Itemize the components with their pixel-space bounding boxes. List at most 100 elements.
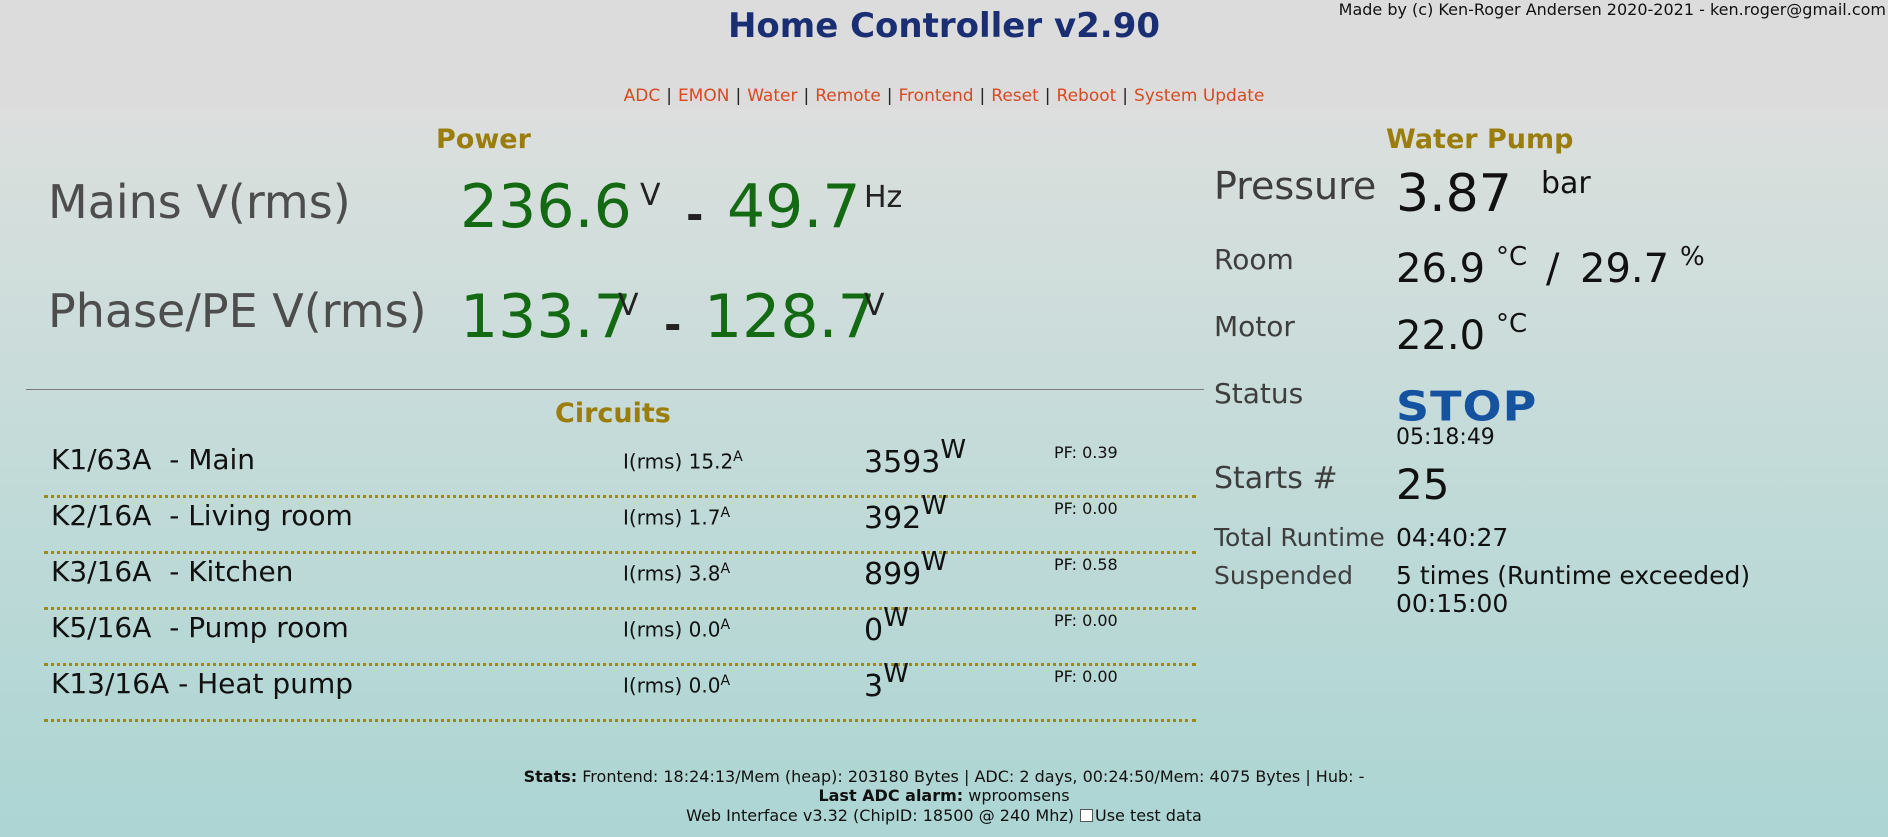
motor-label: Motor: [1214, 310, 1295, 343]
power-unit: W: [921, 547, 947, 577]
pressure-value: 3.87: [1396, 164, 1512, 224]
mains-voltage: 236.6: [460, 172, 632, 242]
nav-link-emon[interactable]: EMON: [678, 86, 730, 106]
nav-link-water[interactable]: Water: [747, 86, 797, 106]
nav-link-reboot[interactable]: Reboot: [1057, 86, 1117, 106]
current-unit: A: [720, 561, 731, 577]
nav-separator: |: [735, 86, 742, 106]
current-prefix: I(rms): [623, 617, 689, 642]
suspended-label: Suspended: [1214, 561, 1353, 590]
current-unit: A: [733, 449, 743, 465]
nav-separator: |: [666, 86, 672, 106]
mains-frequency-unit: Hz: [864, 180, 903, 215]
phase-label: Phase/PE V(rms): [48, 284, 427, 338]
current-value: 15.2: [688, 449, 734, 474]
room-label: Room: [1214, 243, 1294, 276]
test-data-label[interactable]: Use test data: [1095, 806, 1202, 825]
circuit-power-factor: PF: 0.00: [1054, 667, 1118, 686]
pressure-unit: bar: [1541, 166, 1591, 201]
status-value: STOP: [1396, 382, 1538, 431]
circuit-name: K2/16A - Living room: [51, 499, 353, 532]
phase-separator: -: [664, 300, 682, 349]
current-unit: A: [720, 673, 731, 689]
room-separator: /: [1546, 246, 1560, 292]
nav-separator: |: [1122, 86, 1129, 106]
current-value: 3.8: [688, 561, 721, 586]
starts-label: Starts #: [1214, 461, 1338, 496]
power-title: Power: [436, 124, 531, 155]
current-unit: A: [720, 505, 731, 521]
web-interface-line: Web Interface v3.32 (ChipID: 18500 @ 240…: [0, 806, 1888, 825]
phase-voltage-2: 128.7: [704, 282, 876, 352]
power-unit: W: [921, 491, 947, 521]
circuit-power-factor: PF: 0.00: [1054, 499, 1118, 518]
circuit-current: I(rms) 0.0A: [623, 673, 730, 698]
circuit-current: I(rms) 0.0A: [623, 617, 730, 642]
power-unit: W: [883, 603, 909, 633]
stats-text: Frontend: 18:24:13/Mem (heap): 203180 By…: [577, 767, 1365, 786]
circuit-name: K3/16A - Kitchen: [51, 555, 294, 588]
status-time: 05:18:49: [1396, 425, 1495, 450]
mains-frequency: 49.7: [727, 172, 861, 242]
nav-separator: |: [979, 86, 986, 106]
circuit-current: I(rms) 3.8A: [623, 561, 730, 586]
power-value: 0: [864, 613, 884, 648]
circuit-name: K13/16A - Heat pump: [51, 667, 353, 700]
current-prefix: I(rms): [623, 561, 689, 586]
nav-bar: ADC | EMON | Water | Remote | Frontend | Reset | Reb…: [0, 86, 1888, 106]
power-unit: W: [940, 435, 967, 465]
phase-voltage-1: 133.7: [460, 282, 632, 352]
power-value: 3593: [864, 445, 941, 480]
nav-link-system-update[interactable]: System Update: [1134, 86, 1264, 106]
mains-voltage-unit: V: [640, 178, 661, 213]
circuit-name: K1/63A - Main: [51, 443, 256, 476]
circuit-row: K1/63A - Main I(rms) 15.2A 3593W PF: 0.3…: [44, 435, 1196, 498]
circuits-title: Circuits: [555, 398, 671, 429]
current-value: 0.0: [688, 673, 721, 698]
room-temperature: 26.9: [1396, 246, 1486, 292]
room-humidity-unit: %: [1680, 242, 1705, 272]
circuit-row: K3/16A - Kitchen I(rms) 3.8A 899W PF: 0.…: [44, 547, 1196, 610]
current-value: 0.0: [688, 617, 721, 642]
room-temperature-unit: °C: [1496, 242, 1528, 272]
test-data-checkbox[interactable]: [1080, 809, 1093, 822]
stats-label: Stats:: [523, 767, 578, 786]
current-unit: A: [720, 617, 731, 633]
pressure-label: Pressure: [1214, 164, 1377, 208]
circuit-row: K13/16A - Heat pump I(rms) 0.0A 3W PF: 0…: [44, 659, 1196, 722]
power-value: 392: [864, 501, 922, 536]
circuit-power: 899W: [864, 547, 947, 592]
power-value: 899: [864, 557, 922, 592]
current-prefix: I(rms): [623, 673, 689, 698]
alarm-label: Last ADC alarm:: [818, 786, 964, 805]
room-humidity: 29.7: [1580, 246, 1670, 292]
motor-temperature: 22.0: [1396, 313, 1486, 359]
web-interface-text: Web Interface v3.32 (ChipID: 18500 @ 240…: [686, 806, 1074, 825]
nav-link-adc[interactable]: ADC: [624, 86, 661, 106]
suspended-time: 00:15:00: [1396, 589, 1509, 618]
phase-voltage-2-unit: V: [864, 288, 885, 323]
circuit-name: K5/16A - Pump room: [51, 611, 349, 644]
mains-separator: -: [686, 190, 704, 239]
circuit-power: 0W: [864, 603, 909, 648]
nav-separator: |: [803, 86, 810, 106]
current-prefix: I(rms): [623, 505, 689, 530]
runtime-label: Total Runtime: [1214, 523, 1385, 552]
power-unit: W: [883, 659, 909, 689]
circuit-power: 3593W: [864, 435, 966, 480]
nav-link-remote[interactable]: Remote: [815, 86, 881, 106]
nav-link-reset[interactable]: Reset: [991, 86, 1039, 106]
circuit-row: K2/16A - Living room I(rms) 1.7A 392W PF…: [44, 491, 1196, 554]
circuit-current: I(rms) 1.7A: [623, 505, 730, 530]
circuit-power-factor: PF: 0.58: [1054, 555, 1118, 574]
nav-link-frontend[interactable]: Frontend: [899, 86, 974, 106]
current-prefix: I(rms): [623, 449, 689, 474]
power-value: 3: [864, 669, 884, 704]
water-pump-title: Water Pump: [1386, 124, 1574, 155]
circuit-power-factor: PF: 0.39: [1054, 443, 1118, 462]
circuit-power: 392W: [864, 491, 947, 536]
status-label: Status: [1214, 377, 1304, 410]
circuit-current: I(rms) 15.2A: [623, 449, 743, 474]
circuit-power-factor: PF: 0.00: [1054, 611, 1118, 630]
current-value: 1.7: [688, 505, 721, 530]
